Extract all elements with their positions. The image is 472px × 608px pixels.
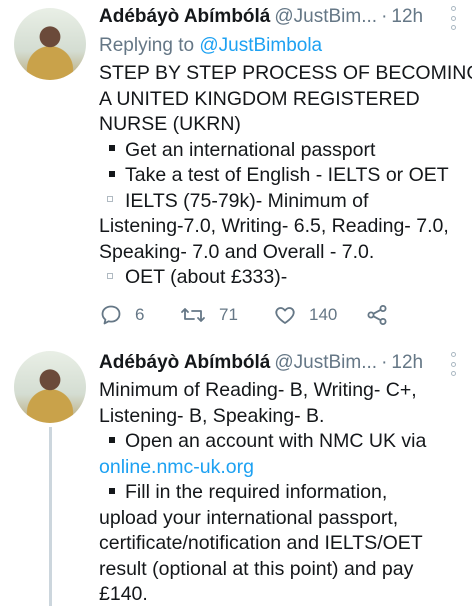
text-line: Speaking- 7.0 and Overall - 7.0. — [99, 240, 375, 263]
tweet[interactable]: Adébáyò Abímbólá @JustBim... · 12h Minim… — [0, 345, 472, 606]
nmc-link[interactable]: online.nmc-uk.org — [99, 455, 458, 481]
text-line: A UNITED KINGDOM REGISTERED — [99, 87, 420, 110]
hollow-bullet-icon — [107, 272, 113, 279]
text-line: STEP BY STEP PROCESS OF BECOMING — [99, 62, 472, 84]
text-line: upload your international passport, — [99, 506, 399, 529]
separator: · — [381, 6, 388, 27]
heart-icon — [273, 303, 297, 327]
text-line: NURSE (UKRN) — [99, 113, 241, 135]
tweet-text: STEP BY STEP PROCESS OF BECOMING A UNITE… — [99, 61, 472, 291]
comment-icon — [99, 303, 123, 327]
timestamp[interactable]: 12h — [391, 6, 423, 28]
text-line: Fill in the required information, — [125, 481, 388, 503]
author-name[interactable]: Adébáyò Abímbólá — [99, 352, 270, 374]
bullet-line: Fill in the required information, — [99, 480, 458, 506]
replying-handle-link[interactable]: @JustBimbola — [199, 35, 322, 56]
share-icon — [365, 303, 389, 327]
text-line: result (optional at this point) and pay — [99, 557, 414, 580]
text-line: Open an account with NMC UK via — [125, 430, 427, 452]
retweet-count: 71 — [219, 305, 238, 324]
separator: · — [381, 352, 388, 373]
like-button[interactable]: 140 — [273, 303, 365, 327]
text-line: Get an international passport — [125, 138, 376, 161]
author-handle[interactable]: @JustBim... — [274, 352, 377, 374]
bullet-icon — [109, 145, 115, 152]
text-line: OET (about £333)- — [125, 266, 288, 288]
text-line: Listening- B, Speaking- B. — [99, 404, 325, 427]
author-name[interactable]: Adébáyò Abímbólá — [99, 6, 270, 28]
tweet-header: Adébáyò Abímbólá @JustBim... · 12h — [99, 348, 458, 378]
reply-button[interactable]: 6 — [99, 303, 179, 327]
bullet-line: Open an account with NMC UK via — [99, 429, 458, 455]
replying-prefix: Replying to — [99, 35, 195, 56]
timestamp[interactable]: 12h — [391, 352, 423, 374]
thread-line — [49, 427, 52, 606]
retweet-button[interactable]: 71 — [179, 303, 273, 327]
text-line: Minimum of Reading- B, Writing- C+, — [99, 379, 417, 401]
avatar[interactable] — [14, 8, 86, 80]
text-line: Take a test of English - IELTS or OET — [125, 164, 449, 186]
like-count: 140 — [309, 305, 338, 324]
replying-to: Replying to @JustBimbola — [99, 34, 458, 58]
bullet-icon — [109, 487, 115, 494]
reply-count: 6 — [135, 305, 145, 324]
text-line: Listening-7.0, Writing- 6.5, Reading- 7.… — [99, 215, 449, 237]
tweet[interactable]: Adébáyò Abímbólá @JustBim... · 12h Reply… — [0, 0, 472, 345]
sub-bullet-line: IELTS (75-79k)- Minimum of — [99, 189, 458, 215]
bullet-icon — [109, 170, 115, 177]
bullet-line: Take a test of English - IELTS or OET — [99, 163, 458, 189]
retweet-icon — [179, 303, 207, 327]
more-options-icon[interactable] — [448, 6, 458, 30]
text-line: certificate/notification and IELTS/OET — [99, 532, 423, 554]
text-line: IELTS (75-79k)- Minimum of — [125, 189, 369, 212]
more-options-icon[interactable] — [448, 352, 458, 376]
bullet-line: Get an international passport — [99, 138, 458, 164]
text-line: £140. — [99, 583, 148, 605]
avatar[interactable] — [14, 351, 86, 423]
bullet-icon — [109, 436, 115, 443]
author-handle[interactable]: @JustBim... — [274, 6, 377, 28]
sub-bullet-line: OET (about £333)- — [99, 265, 458, 291]
hollow-bullet-icon — [107, 196, 113, 203]
tweet-actions: 6 71 140 — [99, 301, 389, 329]
tweet-header: Adébáyò Abímbólá @JustBim... · 12h — [99, 2, 458, 32]
share-button[interactable] — [365, 303, 389, 327]
tweet-text: Minimum of Reading- B, Writing- C+, List… — [99, 378, 458, 608]
